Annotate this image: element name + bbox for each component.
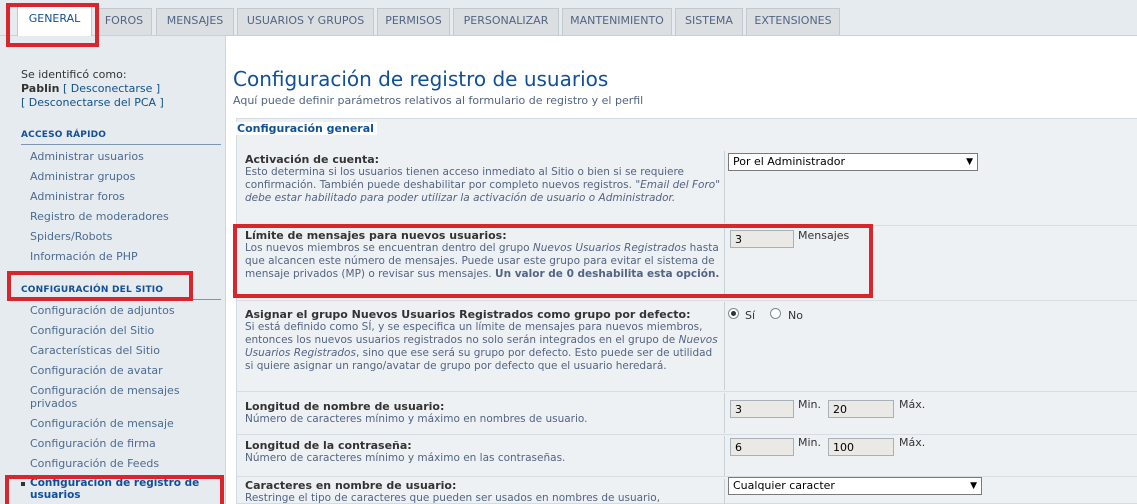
- sidebar-item-registro-moderadores[interactable]: Registro de moderadores: [30, 210, 220, 223]
- tab-mantenimiento[interactable]: MANTENIMIENTO: [562, 8, 672, 35]
- page-title: Configuración de registro de usuarios: [233, 67, 609, 91]
- tab-mensajes[interactable]: MENSAJES: [156, 8, 234, 35]
- fieldset-legend: Configuración general: [234, 122, 377, 135]
- sidebar-item-config-sitio[interactable]: Configuración del Sitio: [30, 324, 220, 337]
- sidebar-item-administrar-grupos[interactable]: Administrar grupos: [30, 170, 220, 183]
- tab-permisos[interactable]: PERMISOS: [377, 8, 450, 35]
- logout-acp-link[interactable]: [ Desconectarse del PCA ]: [21, 96, 164, 110]
- setting-description: Número de caracteres mínimo y máximo en …: [245, 413, 588, 425]
- password-min-label: Min.: [798, 436, 822, 449]
- username-max-label: Máx.: [899, 398, 926, 411]
- sidebar-item-config-mensaje[interactable]: Configuración de mensaje: [30, 417, 220, 430]
- page-description: Aquí puede definir parámetros relativos …: [233, 94, 644, 107]
- setting-title: Longitud de nombre de usuario:: [245, 400, 445, 413]
- highlight-box-site-config: [7, 271, 193, 301]
- password-max-label: Máx.: [899, 436, 926, 449]
- identified-as-label: Se identificó como:: [21, 68, 127, 81]
- default-group-no-radio[interactable]: [770, 308, 781, 319]
- sidebar-item-administrar-usuarios[interactable]: Administrar usuarios: [30, 150, 220, 163]
- default-group-yes-radio[interactable]: [728, 308, 739, 319]
- password-max-input[interactable]: 100: [828, 438, 894, 456]
- username: Pablin: [21, 82, 60, 95]
- sidebar-item-administrar-foros[interactable]: Administrar foros: [30, 190, 220, 203]
- highlight-box-post-limit: [233, 224, 873, 298]
- sidebar-item-config-mensajes-privados[interactable]: Configuración de mensajes privados: [30, 384, 195, 410]
- logout-link[interactable]: [ Desconectarse ]: [63, 82, 160, 95]
- setting-description: Esto determina si los usuarios tienen ac…: [245, 166, 721, 204]
- tab-foros[interactable]: FOROS: [96, 8, 152, 35]
- sidebar-item-spiders-robots[interactable]: Spiders/Robots: [30, 230, 220, 243]
- login-info: Se identificó como: Pablin [ Desconectar…: [21, 68, 164, 110]
- sidebar-item-informacion-php[interactable]: Información de PHP: [30, 250, 220, 263]
- column-separator: [724, 151, 725, 223]
- column-separator: [724, 302, 725, 390]
- row-divider: [237, 434, 1137, 435]
- setting-password-length: Longitud de la contraseña: Número de car…: [245, 439, 723, 465]
- tab-usuarios-y-grupos[interactable]: USUARIOS Y GRUPOS: [237, 8, 374, 35]
- tab-personalizar[interactable]: PERSONALIZAR: [453, 8, 559, 35]
- setting-description: Restringe el tipo de caracteres que pued…: [245, 492, 661, 504]
- setting-username-chars: Caracteres en nombre de usuario: Restrin…: [245, 479, 723, 504]
- highlight-box-registration-item: [5, 475, 224, 504]
- default-group-no-label: No: [788, 309, 803, 322]
- sidebar-item-config-adjuntos[interactable]: Configuración de adjuntos: [30, 304, 220, 317]
- sidebar-item-config-feeds[interactable]: Configuración de Feeds: [30, 457, 220, 470]
- column-separator: [724, 436, 725, 476]
- username-max-input[interactable]: 20: [828, 400, 894, 418]
- sidebar: Se identificó como: Pablin [ Desconectar…: [0, 36, 225, 504]
- row-divider: [237, 300, 1137, 301]
- username-min-label: Min.: [798, 398, 822, 411]
- setting-description: Número de caracteres mínimo y máximo en …: [245, 452, 566, 464]
- quick-access-heading: ACCESO RÁPIDO: [21, 130, 221, 145]
- setting-account-activation: Activación de cuenta: Esto determina si …: [245, 153, 723, 205]
- chevron-down-icon: ▼: [970, 481, 977, 491]
- tab-bar: GENERAL FOROS MENSAJES USUARIOS Y GRUPOS…: [0, 0, 1137, 36]
- sidebar-item-config-firma[interactable]: Configuración de firma: [30, 437, 220, 450]
- tab-extensiones[interactable]: EXTENSIONES: [746, 8, 840, 35]
- row-divider: [237, 476, 1137, 477]
- setting-title: Asignar el grupo Nuevos Usuarios Registr…: [245, 308, 691, 321]
- password-min-input[interactable]: 6: [730, 438, 794, 456]
- setting-title: Caracteres en nombre de usuario:: [245, 479, 457, 492]
- column-separator: [724, 393, 725, 433]
- chevron-down-icon: ▼: [966, 157, 973, 167]
- default-group-yes-label: Sí: [745, 309, 756, 322]
- sidebar-item-caracteristicas-sitio[interactable]: Características del Sitio: [30, 344, 220, 357]
- sidebar-item-config-avatar[interactable]: Configuración de avatar: [30, 364, 220, 377]
- setting-title: Activación de cuenta:: [245, 153, 380, 166]
- settings-panel: Activación de cuenta: Esto determina si …: [236, 118, 1137, 504]
- setting-title: Longitud de la contraseña:: [245, 439, 412, 452]
- row-divider: [237, 391, 1137, 392]
- setting-default-group: Asignar el grupo Nuevos Usuarios Registr…: [245, 308, 723, 373]
- account-activation-select[interactable]: Por el Administrador ▼: [728, 153, 978, 171]
- username-min-input[interactable]: 3: [730, 400, 794, 418]
- setting-username-length: Longitud de nombre de usuario: Número de…: [245, 400, 723, 426]
- tab-sistema[interactable]: SISTEMA: [675, 8, 743, 35]
- username-chars-select[interactable]: Cualquier caracter ▼: [728, 477, 982, 495]
- setting-description: Si está definido como SÍ, y se especific…: [245, 321, 718, 372]
- highlight-box-general-tab: [6, 3, 99, 47]
- column-separator: [724, 479, 725, 504]
